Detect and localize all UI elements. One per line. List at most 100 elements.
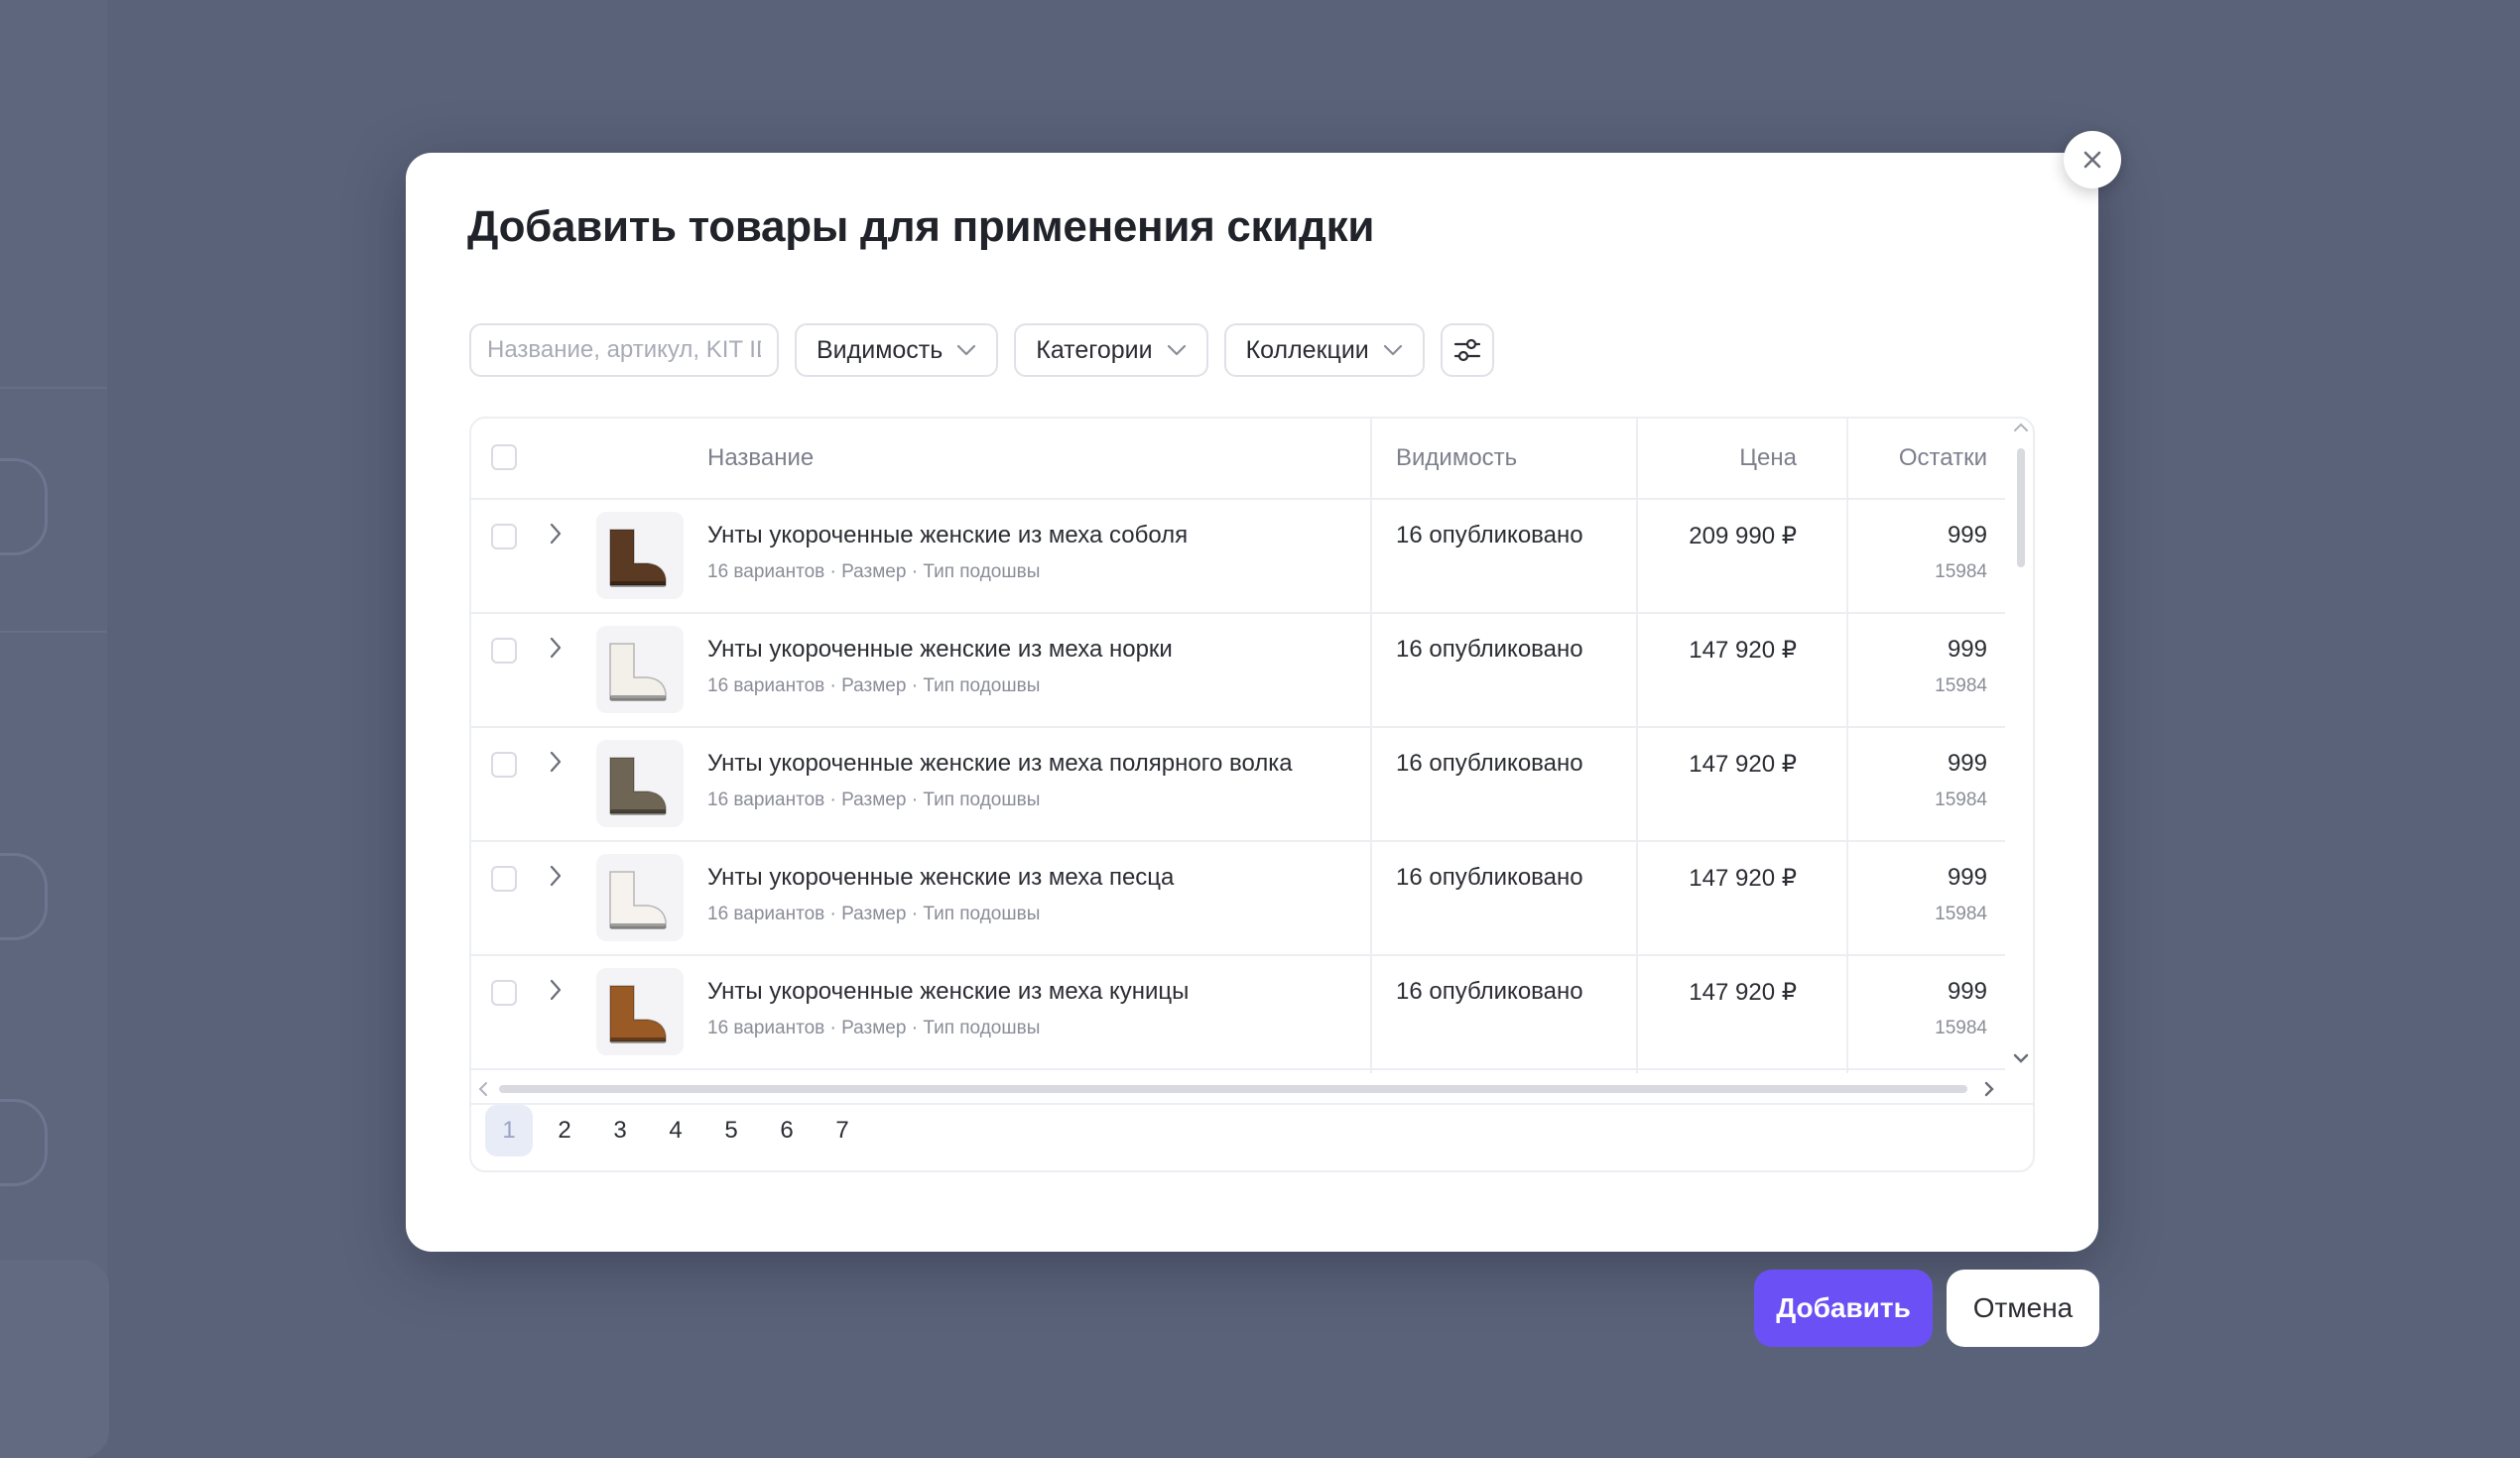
page-button[interactable]: 6	[763, 1105, 811, 1156]
product-variants: 16 вариантов · Размер · Тип подошвы	[707, 1018, 1041, 1038]
boot-shape	[609, 871, 667, 928]
chevron-right-icon[interactable]	[549, 750, 563, 774]
table-header: Название Видимость Цена Остатки	[471, 419, 2005, 500]
product-price: 147 920 ₽	[1689, 979, 1797, 1006]
product-stock-total: 15984	[1935, 904, 1987, 924]
product-name[interactable]: Унты укороченные женские из меха полярно…	[707, 750, 1293, 778]
boot-shape	[609, 529, 667, 586]
row-checkbox[interactable]	[491, 638, 517, 664]
row-checkbox[interactable]	[491, 866, 517, 892]
background-divider	[0, 631, 107, 633]
vertical-scrollbar[interactable]	[2007, 419, 2033, 1073]
table-row[interactable]: Унты укороченные женские из меха полярно…	[471, 726, 2005, 842]
product-variants: 16 вариантов · Размер · Тип подошвы	[707, 904, 1041, 924]
table-row[interactable]: Унты укороченные женские из меха норки 16…	[471, 612, 2005, 728]
categories-filter-label: Категории	[1036, 335, 1153, 364]
background-field	[0, 1099, 48, 1186]
products-table: Название Видимость Цена Остатки Унты уко…	[469, 417, 2035, 1172]
visibility-filter-label: Видимость	[817, 335, 944, 364]
column-header-stock[interactable]: Остатки	[1899, 444, 1987, 472]
background-field	[0, 853, 48, 940]
product-thumbnail	[596, 854, 684, 941]
search-input[interactable]	[469, 323, 779, 377]
boot-sole	[610, 581, 666, 587]
product-price: 209 990 ₽	[1689, 523, 1797, 549]
column-header-name[interactable]: Название	[707, 444, 814, 472]
product-thumbnail	[596, 512, 684, 599]
collections-filter[interactable]: Коллекции	[1223, 323, 1425, 377]
boot-icon	[609, 529, 667, 587]
collections-filter-label: Коллекции	[1245, 335, 1369, 364]
row-checkbox[interactable]	[491, 524, 517, 549]
page-button[interactable]: 1	[485, 1105, 533, 1156]
chevron-right-icon[interactable]	[1983, 1081, 1995, 1097]
horizontal-scroll-thumb[interactable]	[499, 1085, 1967, 1093]
product-name[interactable]: Унты укороченные женские из меха соболя	[707, 522, 1188, 549]
chevron-right-icon[interactable]	[549, 636, 563, 660]
chevron-left-icon[interactable]	[477, 1081, 489, 1097]
column-header-price[interactable]: Цена	[1739, 444, 1797, 472]
chevron-down-icon	[957, 344, 976, 356]
chevron-right-icon[interactable]	[549, 522, 563, 546]
product-visibility: 16 опубликовано	[1396, 636, 1583, 663]
product-thumbnail	[596, 968, 684, 1055]
page-button[interactable]: 7	[819, 1105, 866, 1156]
product-price: 147 920 ₽	[1689, 865, 1797, 892]
add-products-modal: Добавить товары для применения скидки Ви…	[406, 153, 2098, 1252]
chevron-up-icon[interactable]	[2013, 423, 2029, 432]
product-name[interactable]: Унты укороченные женские из меха песца	[707, 864, 1174, 892]
product-name[interactable]: Унты укороченные женские из меха норки	[707, 636, 1173, 664]
chevron-down-icon	[1383, 344, 1402, 356]
product-stock-total: 15984	[1935, 790, 1987, 810]
visibility-filter[interactable]: Видимость	[795, 323, 999, 377]
product-name[interactable]: Унты укороченные женские из меха куницы	[707, 978, 1189, 1006]
horizontal-scrollbar[interactable]	[471, 1073, 2033, 1105]
boot-shape	[609, 985, 667, 1042]
add-button[interactable]: Добавить	[1754, 1270, 1933, 1347]
product-price: 147 920 ₽	[1689, 751, 1797, 778]
cancel-button[interactable]: Отмена	[1947, 1270, 2099, 1347]
product-thumbnail	[596, 626, 684, 713]
page-button[interactable]: 2	[541, 1105, 588, 1156]
chevron-down-icon	[1167, 344, 1186, 356]
product-visibility: 16 опубликовано	[1396, 978, 1583, 1005]
chevron-right-icon[interactable]	[549, 864, 563, 888]
table-row[interactable]: Унты укороченные женские из меха песца 16…	[471, 840, 2005, 956]
close-icon	[2083, 151, 2101, 169]
background-sidebar	[0, 0, 107, 1444]
close-modal-button[interactable]	[2064, 131, 2121, 188]
chevron-down-icon[interactable]	[2013, 1053, 2029, 1063]
product-stock: 999	[1947, 978, 1987, 1005]
filters-bar: Видимость Категории Коллекции	[469, 323, 1494, 377]
background-card	[0, 1260, 109, 1458]
page-button[interactable]: 4	[652, 1105, 699, 1156]
boot-shape	[609, 643, 667, 700]
column-header-visibility[interactable]: Видимость	[1396, 444, 1517, 472]
product-variants: 16 вариантов · Размер · Тип подошвы	[707, 790, 1041, 810]
boot-icon	[609, 643, 667, 701]
product-stock: 999	[1947, 864, 1987, 891]
product-stock: 999	[1947, 636, 1987, 663]
background-field	[0, 458, 48, 555]
boot-icon	[609, 985, 667, 1043]
product-stock-total: 15984	[1935, 675, 1987, 696]
select-all-checkbox[interactable]	[491, 444, 517, 470]
table-row[interactable]: Унты укороченные женские из меха куницы 1…	[471, 954, 2005, 1070]
product-stock: 999	[1947, 522, 1987, 548]
product-stock: 999	[1947, 750, 1987, 777]
page-button[interactable]: 3	[596, 1105, 644, 1156]
chevron-right-icon[interactable]	[549, 978, 563, 1002]
vertical-scroll-thumb[interactable]	[2017, 448, 2025, 567]
product-visibility: 16 опубликовано	[1396, 864, 1583, 891]
product-thumbnail	[596, 740, 684, 827]
row-checkbox[interactable]	[491, 752, 517, 778]
pagination: 1234567	[485, 1105, 866, 1156]
table-row[interactable]: Унты укороченные женские из меха соболя 1…	[471, 498, 2005, 614]
background-divider	[0, 387, 107, 389]
page-button[interactable]: 5	[707, 1105, 755, 1156]
product-variants: 16 вариантов · Размер · Тип подошвы	[707, 561, 1041, 582]
filter-settings-button[interactable]	[1440, 323, 1494, 377]
categories-filter[interactable]: Категории	[1014, 323, 1208, 377]
boot-icon	[609, 757, 667, 815]
row-checkbox[interactable]	[491, 980, 517, 1006]
